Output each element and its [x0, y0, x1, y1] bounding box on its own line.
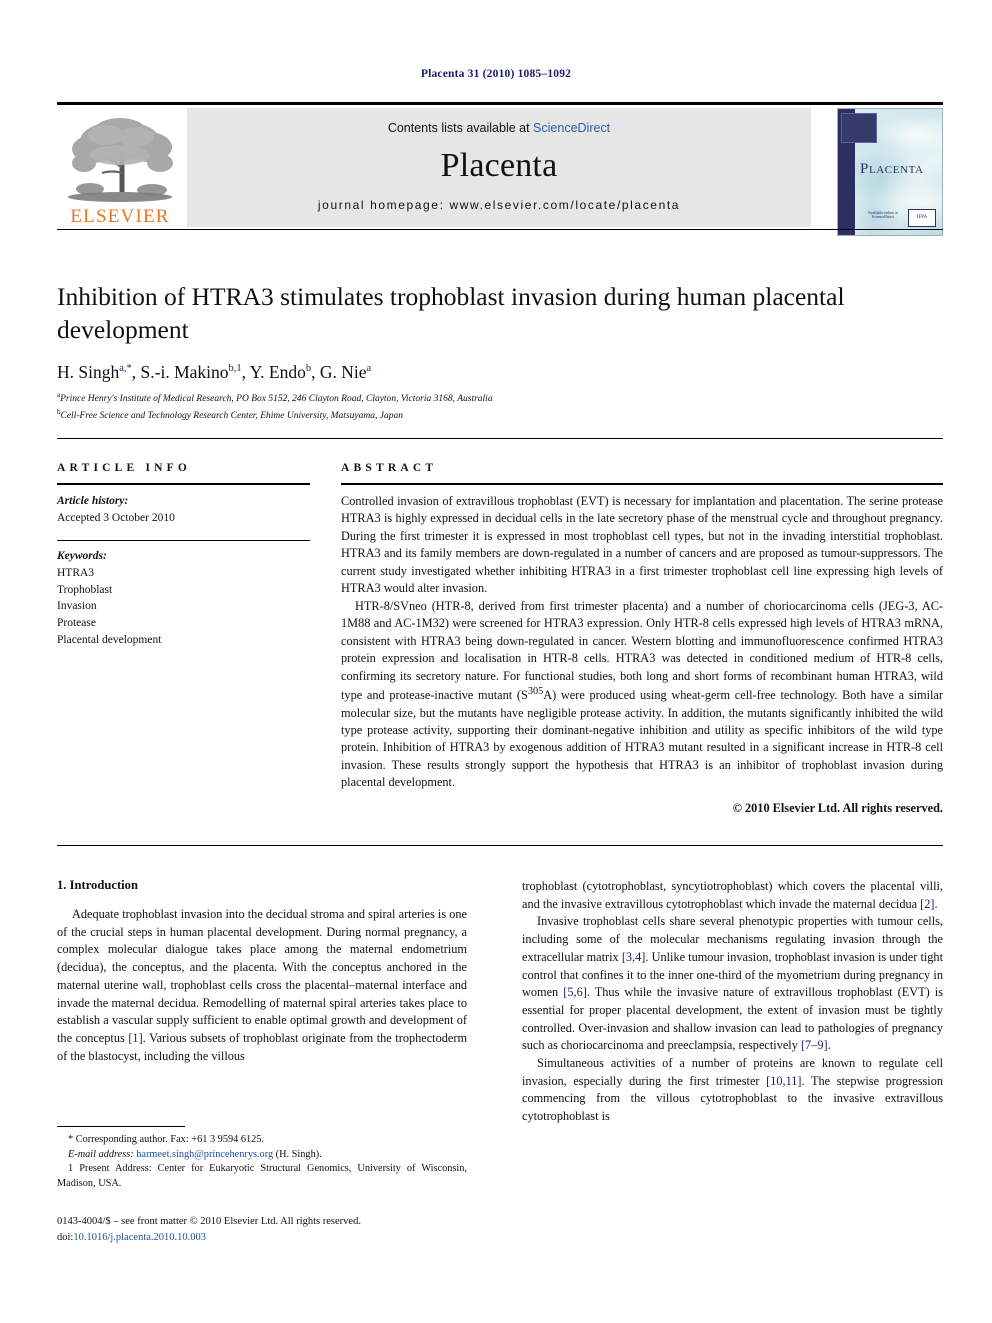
- keyword-item: Trophoblast: [57, 583, 113, 596]
- citation-reference[interactable]: [7–9]: [801, 1038, 828, 1052]
- keyword-item: HTRA3: [57, 567, 95, 580]
- paper-page: Placenta 31 (2010) 1085–1092 ELSEVIER Co…: [0, 0, 992, 1323]
- present-address-note: 1 Present Address: Center for Eukaryotic…: [57, 1163, 467, 1189]
- keywords-label: Keywords:: [57, 550, 107, 563]
- article-history-label: Article history:: [57, 495, 129, 507]
- contents-prefix: Contents lists available at: [387, 121, 534, 135]
- journal-masthead: ELSEVIER Contents lists available at Sci…: [57, 102, 943, 236]
- paragraph: Invasive trophoblast cells share several…: [522, 914, 943, 1053]
- citation-reference[interactable]: [2]: [920, 897, 934, 911]
- abstract-paragraph: Controlled invasion of extravillous trop…: [341, 494, 943, 596]
- author-list: H. Singha,*, S.-i. Makinob,1, Y. Endob, …: [57, 362, 943, 383]
- masthead-rule-bottom: [57, 229, 943, 230]
- email-link[interactable]: harmeet.singh@princehenrys.org: [136, 1149, 273, 1160]
- corresponding-author-note: * Corresponding author. Fax: +61 3 9594 …: [68, 1134, 265, 1145]
- abstract-section: ABSTRACT Controlled invasion of extravil…: [341, 462, 943, 816]
- footnote-divider: [57, 1126, 185, 1127]
- email-suffix: (H. Singh).: [275, 1148, 322, 1160]
- journal-band: Contents lists available at ScienceDirec…: [187, 108, 811, 227]
- author-name: G. Nie: [319, 362, 367, 383]
- title-block: Inhibition of HTRA3 stimulates trophobla…: [57, 280, 943, 424]
- author-entry: G. Niea: [320, 362, 371, 382]
- affiliation-item: bCell-Free Science and Technology Resear…: [57, 407, 943, 424]
- introduction-right-text: trophoblast (cytotrophoblast, syncytiotr…: [522, 878, 943, 1126]
- article-info-section: ARTICLE INFO Article history: Accepted 3…: [57, 462, 310, 662]
- running-head: Placenta 31 (2010) 1085–1092: [420, 68, 572, 80]
- doi-line: doi:10.1016/j.placenta.2010.10.003: [57, 1230, 467, 1246]
- body-column-right: trophoblast (cytotrophoblast, syncytiotr…: [522, 878, 943, 1126]
- masthead-rule-top: [57, 102, 943, 105]
- affiliation-text: Prince Henry's Institute of Medical Rese…: [60, 394, 493, 405]
- author-sep: ,: [131, 362, 141, 383]
- cover-sciencedirect-badge: Available online at ScienceDirect: [867, 210, 899, 220]
- affiliation-item: aPrince Henry's Institute of Medical Res…: [57, 390, 943, 407]
- article-history-value: Accepted 3 October 2010: [57, 511, 175, 524]
- abstract-body: Controlled invasion of extravillous trop…: [341, 493, 943, 792]
- paragraph: Simultaneous activities of a number of p…: [522, 1056, 944, 1124]
- issn-doi-block: 0143-4004/$ – see front matter © 2010 El…: [57, 1214, 467, 1246]
- journal-title: Placenta: [440, 147, 558, 184]
- author-sep: ,: [311, 362, 320, 383]
- elsevier-tree-icon: [60, 111, 180, 207]
- author-affil-marker: b,1: [228, 363, 242, 375]
- cover-title: Placenta: [860, 161, 924, 177]
- citation-reference[interactable]: [3,4]: [622, 950, 646, 964]
- author-name: H. Singh: [57, 362, 120, 383]
- keywords-group: Keywords: HTRA3 Trophoblast Invasion Pro…: [57, 548, 310, 648]
- author-sep: ,: [241, 362, 250, 383]
- article-info-rule-top: [57, 483, 310, 485]
- email-note: E-mail address: harmeet.singh@princehenr…: [57, 1148, 467, 1163]
- footnotes: * Corresponding author. Fax: +61 3 9594 …: [57, 1126, 467, 1191]
- author-entry: Y. Endob: [250, 362, 311, 382]
- elsevier-wordmark: ELSEVIER: [70, 206, 170, 227]
- keyword-item: Placental development: [57, 633, 162, 646]
- abstract-divider: [57, 845, 943, 846]
- author-affil-marker: a: [366, 363, 372, 375]
- citation-reference[interactable]: [1]: [128, 1031, 142, 1045]
- article-info-heading: ARTICLE INFO: [57, 462, 192, 474]
- keyword-item: Invasion: [57, 600, 97, 613]
- journal-cover-thumbnail: Placenta Available online at ScienceDire…: [837, 108, 943, 236]
- cover-ifpa-badge: IFPA: [908, 209, 936, 227]
- page-title: Inhibition of HTRA3 stimulates trophobla…: [57, 282, 845, 345]
- journal-homepage-link[interactable]: journal homepage: www.elsevier.com/locat…: [318, 198, 680, 212]
- citation-reference[interactable]: [10,11]: [766, 1074, 801, 1088]
- doi-label: doi:: [57, 1231, 74, 1243]
- keyword-item: Protease: [57, 617, 96, 630]
- issn-line: 0143-4004/$ – see front matter © 2010 El…: [57, 1216, 361, 1227]
- abstract-paragraph: HTR-8/SVneo (HTR-8, derived from first t…: [341, 598, 943, 790]
- citation-reference[interactable]: [5,6]: [563, 985, 587, 999]
- abstract-heading: ABSTRACT: [341, 462, 438, 474]
- email-label: E-mail address:: [68, 1148, 134, 1160]
- copyright-line: © 2010 Elsevier Ltd. All rights reserved…: [732, 800, 943, 815]
- sciencedirect-link[interactable]: ScienceDirect: [533, 121, 610, 135]
- body-column-left: 1. Introduction Adequate trophoblast inv…: [57, 878, 467, 1065]
- article-info-rule-mid: [57, 540, 310, 542]
- author-name: Y. Endo: [249, 362, 306, 383]
- abstract-rule-top: [341, 483, 943, 485]
- author-affil-marker: a,*: [119, 363, 132, 375]
- paragraph: trophoblast (cytotrophoblast, syncytiotr…: [522, 879, 943, 911]
- author-name: S.-i. Makino: [140, 362, 229, 383]
- introduction-heading: 1. Introduction: [57, 878, 138, 892]
- affiliations: aPrince Henry's Institute of Medical Res…: [57, 390, 943, 424]
- affiliation-text: Cell-Free Science and Technology Researc…: [60, 411, 403, 422]
- paragraph: Adequate trophoblast invasion into the d…: [57, 907, 468, 1063]
- title-divider: [57, 438, 943, 439]
- doi-link[interactable]: 10.1016/j.placenta.2010.10.003: [73, 1232, 206, 1243]
- cover-top-block: [841, 113, 877, 143]
- mutant-superscript: 305: [527, 685, 544, 697]
- introduction-left-text: Adequate trophoblast invasion into the d…: [57, 906, 467, 1065]
- elsevier-logo: ELSEVIER: [57, 108, 183, 228]
- article-history-group: Article history: Accepted 3 October 2010: [57, 493, 310, 526]
- author-entry: S.-i. Makinob,1: [141, 362, 242, 382]
- contents-available-line: Contents lists available at ScienceDirec…: [388, 121, 610, 135]
- author-entry: H. Singha,*: [57, 362, 132, 382]
